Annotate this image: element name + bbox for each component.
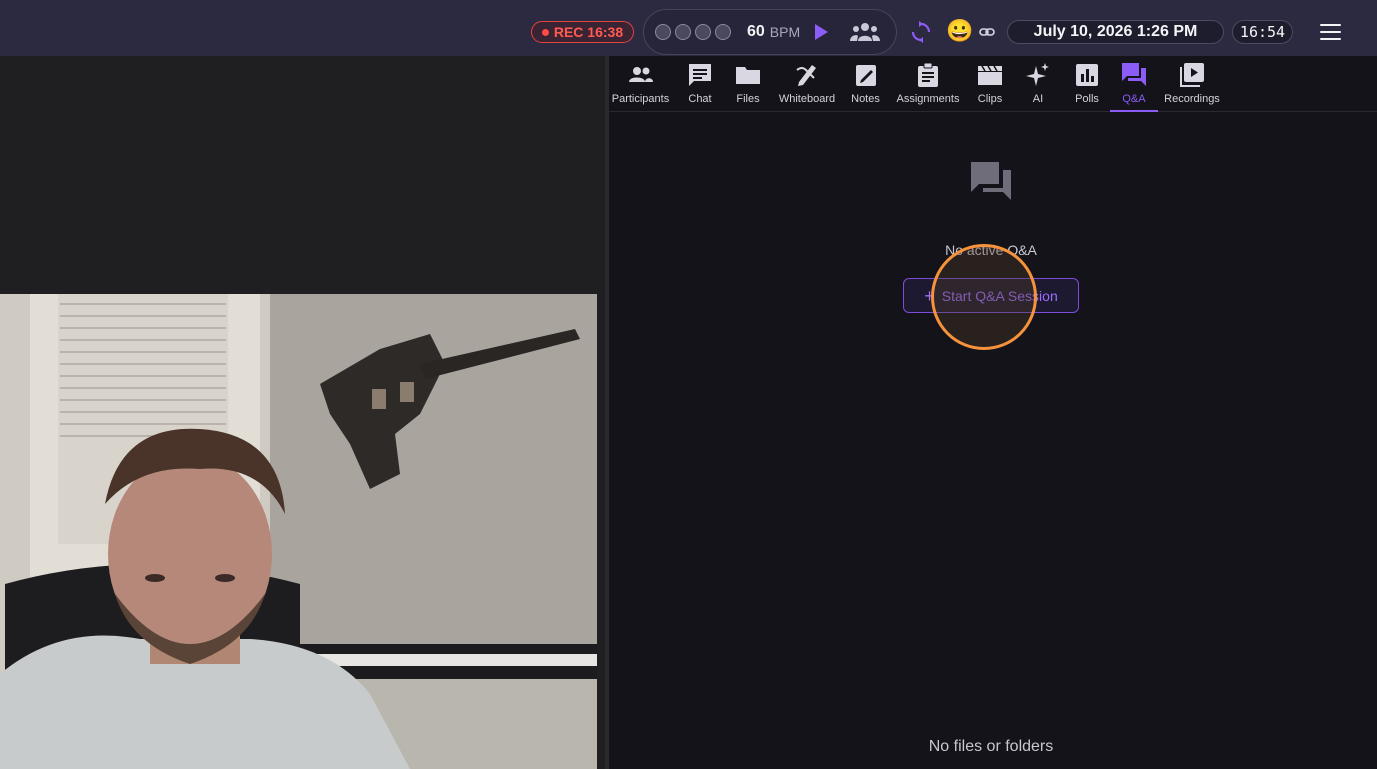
top-bar: REC 16:38 60 BPM 😀 July 10, 2026 1:26 PM… — [0, 0, 1377, 56]
notes-icon — [855, 65, 876, 86]
video-stage — [0, 56, 605, 769]
session-datetime: July 10, 2026 1:26 PM — [1007, 20, 1224, 44]
tab-label: Clips — [977, 93, 1003, 105]
recording-time: REC 16:38 — [553, 24, 624, 40]
tab-label: Chat — [688, 93, 712, 105]
panel-tabs: Participants Chat Files Whiteboard Notes… — [609, 56, 1377, 112]
qa-empty-message: No active Q&A — [945, 242, 1037, 258]
tab-label: Recordings — [1164, 93, 1220, 105]
sparkle-icon — [1026, 63, 1049, 86]
bpm-unit: BPM — [769, 24, 801, 40]
tab-label: Q&A — [1122, 93, 1146, 105]
sync-icon[interactable] — [910, 21, 932, 43]
tab-files[interactable]: Files — [731, 56, 765, 112]
no-files-message: No files or folders — [928, 738, 1054, 755]
tab-label: Assignments — [896, 93, 960, 105]
menu-icon[interactable] — [1320, 24, 1341, 40]
bpm-value[interactable]: 60 — [747, 23, 765, 41]
recording-badge[interactable]: REC 16:38 — [531, 21, 634, 43]
tab-qa[interactable]: Q&A — [1110, 56, 1158, 112]
beat-indicator — [715, 24, 731, 40]
tab-label: Polls — [1075, 93, 1099, 105]
tab-recordings[interactable]: Recordings — [1162, 56, 1222, 112]
qa-empty-icon — [971, 162, 1011, 200]
tab-clips[interactable]: Clips — [974, 56, 1006, 112]
tab-assignments[interactable]: Assignments — [893, 56, 963, 112]
tab-polls[interactable]: Polls — [1070, 56, 1104, 112]
side-panel: Participants Chat Files Whiteboard Notes… — [609, 56, 1377, 769]
start-qa-label: Start Q&A Session — [941, 287, 1058, 304]
beat-indicator — [695, 24, 711, 40]
tab-participants[interactable]: Participants — [609, 56, 672, 112]
tab-label: Participants — [611, 93, 670, 105]
tab-label: Notes — [851, 93, 880, 105]
tab-whiteboard[interactable]: Whiteboard — [774, 56, 840, 112]
start-qa-session-button[interactable]: + Start Q&A Session — [903, 278, 1079, 313]
beat-indicator — [655, 24, 671, 40]
poll-icon — [1076, 64, 1098, 86]
folder-icon — [736, 67, 760, 84]
whiteboard-icon — [796, 65, 816, 86]
participant-video[interactable] — [0, 294, 597, 769]
record-dot-icon — [541, 28, 549, 36]
reaction-emoji-button[interactable]: 😀 — [946, 18, 973, 43]
metronome-control: 60 BPM — [643, 9, 897, 55]
chat-icon — [689, 64, 711, 86]
play-icon[interactable] — [815, 24, 828, 40]
clapper-icon — [978, 65, 1002, 85]
group-icon[interactable] — [850, 22, 880, 42]
session-timer: 16:54 — [1232, 20, 1293, 44]
tab-label: AI — [1032, 93, 1044, 105]
tab-label: Whiteboard — [778, 93, 836, 105]
webcam-feed-image — [0, 294, 597, 769]
people-icon — [628, 67, 653, 82]
recordings-icon — [1180, 63, 1204, 87]
qa-icon — [1122, 63, 1146, 86]
tab-ai[interactable]: AI — [1024, 56, 1052, 112]
beat-indicator — [675, 24, 691, 40]
plus-icon: + — [924, 285, 935, 306]
tab-label: Files — [736, 93, 760, 105]
clipboard-icon — [918, 62, 938, 87]
tab-notes[interactable]: Notes — [848, 56, 883, 112]
link-icon[interactable] — [979, 25, 995, 39]
tab-chat[interactable]: Chat — [681, 56, 719, 112]
active-tab-indicator — [1110, 110, 1158, 112]
